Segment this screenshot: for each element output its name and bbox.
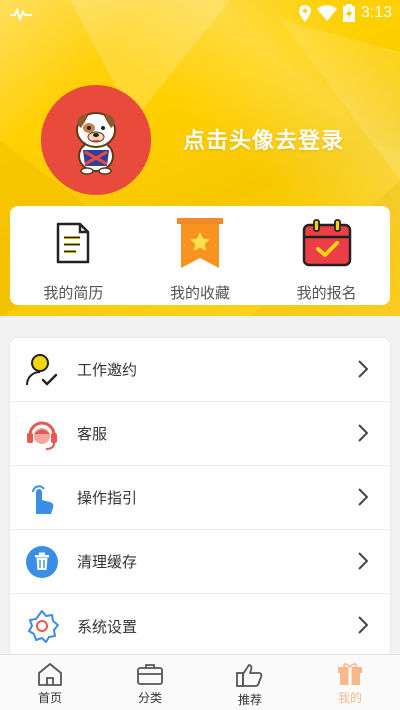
menu-item-system-settings[interactable]: 系统设置 [10,594,390,658]
quick-action-label: 我的报名 [296,285,357,302]
bulldog-mascot-icon [76,112,116,175]
tab-label: 推荐 [237,693,262,707]
profile-header: 3:13 点击头像去登录 我的简历 我的收藏 我的报名 [0,0,400,316]
gift-icon [338,663,362,685]
activity-pulse-icon [10,7,32,21]
menu-item-label: 系统设置 [77,618,138,636]
bottom-tab-bar: 首页 分类 推荐 我的 [0,654,400,710]
briefcase-icon [137,664,163,685]
wifi-icon [316,5,337,21]
quick-action-label: 我的收藏 [169,285,230,302]
menu-item-label: 操作指引 [77,490,138,507]
quick-action-label: 我的简历 [43,285,104,302]
menu-item-job-invites[interactable]: 工作邀约 [10,338,390,402]
chevron-right-icon [358,360,368,378]
tab-label: 首页 [37,691,62,705]
quick-action-favorites[interactable]: 我的收藏 [140,218,260,303]
menu-item-guide[interactable]: 操作指引 [10,466,390,530]
tab-mine[interactable]: 我的 [300,655,400,710]
battery-charging-icon [342,4,355,22]
location-icon [298,4,311,22]
settings-menu: 工作邀约 客服 操作指引 清理缓存 系统设置 [10,338,390,658]
tab-recommended[interactable]: 推荐 [200,655,300,710]
resume-icon [57,222,90,264]
tab-categories[interactable]: 分类 [100,655,200,710]
chevron-right-icon [358,424,368,442]
menu-item-label: 客服 [77,426,108,443]
menu-item-label: 工作邀约 [77,362,138,379]
thumbs-up-icon [236,664,263,687]
menu-item-clear-cache[interactable]: 清理缓存 [10,530,390,594]
login-prompt[interactable]: 点击头像去登录 [183,123,344,155]
home-icon [38,663,62,686]
tap-guide-icon [32,484,54,514]
favorite-bookmark-icon [176,218,223,268]
quick-action-resume[interactable]: 我的简历 [13,218,133,303]
chevron-right-icon [358,488,368,506]
status-time: 3:13 [360,4,392,21]
calendar-check-icon [302,219,351,267]
trash-icon [26,545,58,578]
quick-actions-card: 我的简历 我的收藏 我的报名 [10,206,390,305]
menu-item-label: 清理缓存 [77,554,138,571]
chevron-right-icon [358,616,368,634]
job-invite-icon [26,353,58,386]
customer-service-icon [27,421,57,450]
status-bar: 3:13 [0,0,400,28]
menu-item-customer-service[interactable]: 客服 [10,402,390,466]
tab-label: 我的 [337,691,362,705]
quick-action-registrations[interactable]: 我的报名 [267,218,387,303]
settings-icon [28,610,59,643]
tab-label: 分类 [137,691,162,705]
avatar[interactable] [41,85,151,195]
chevron-right-icon [358,552,368,570]
tab-home[interactable]: 首页 [0,655,100,710]
